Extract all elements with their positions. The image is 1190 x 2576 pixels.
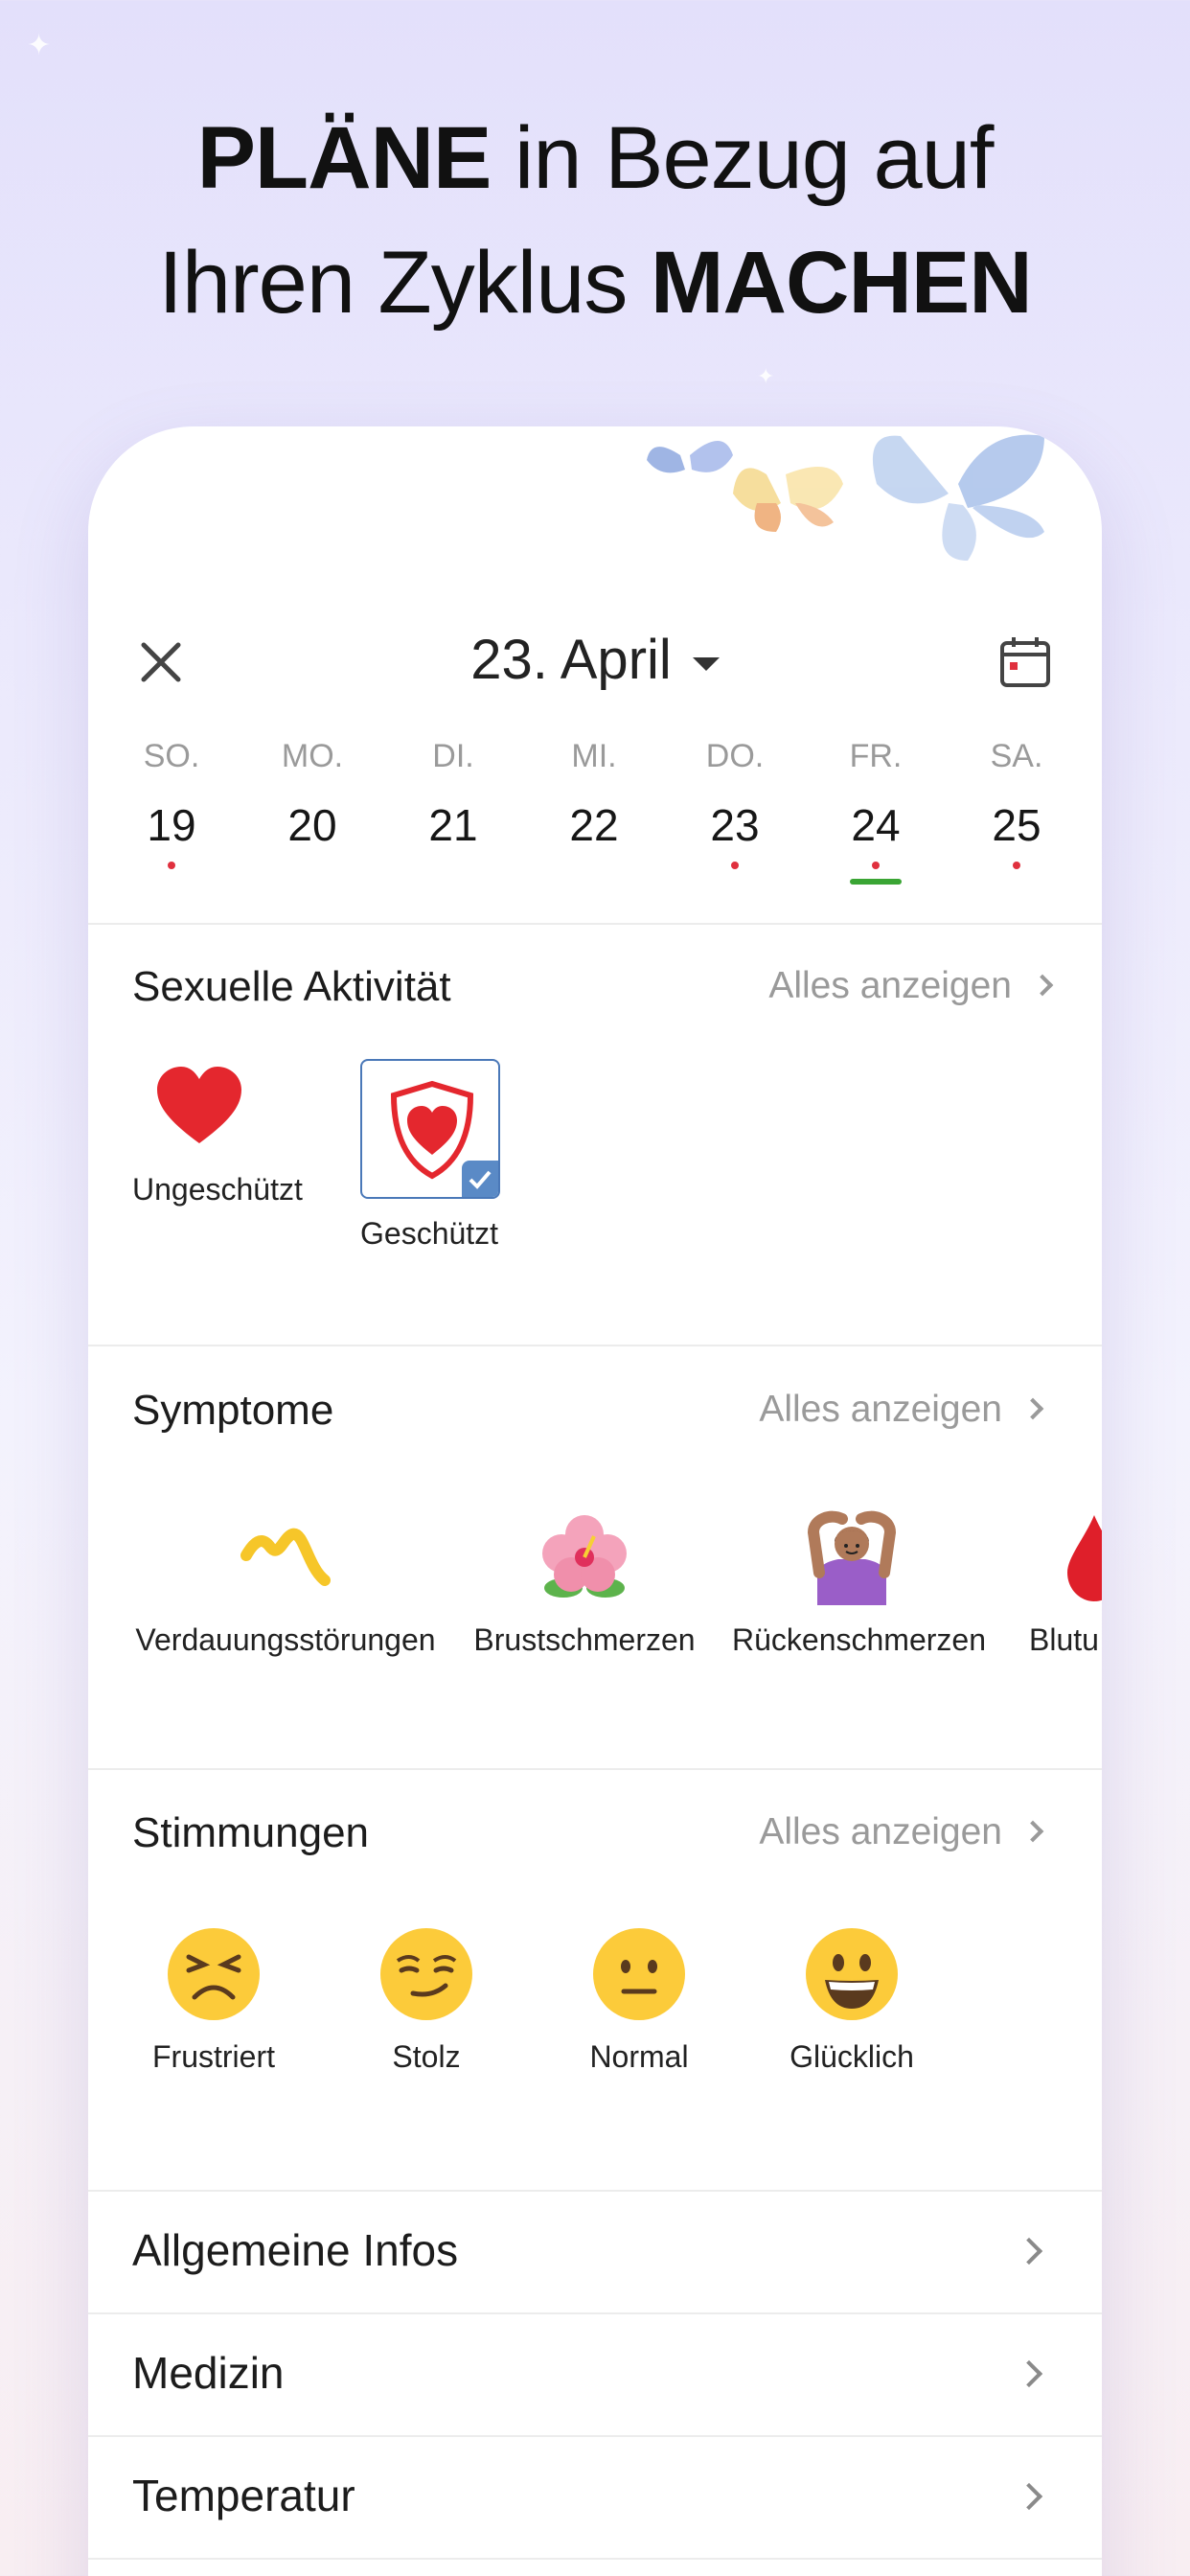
blood-drop-icon — [1067, 1515, 1102, 1601]
symptom-bleeding[interactable]: Blutu — [1029, 1509, 1102, 1658]
day-cell[interactable]: MI. 22 — [532, 738, 656, 891]
sparkle-icon: ✦ — [757, 364, 775, 388]
day-number: 21 — [428, 800, 478, 850]
day-name: MO. — [281, 738, 344, 774]
happy-face-icon — [806, 1928, 898, 2020]
divider — [88, 923, 1102, 925]
day-name: SA. — [990, 738, 1043, 774]
day-cell[interactable]: MO. 20 — [250, 738, 375, 891]
section-title-sexual-activity: Sexuelle Aktivität — [132, 963, 451, 1010]
smirk-face-icon — [380, 1928, 472, 2020]
row-label: Medizin — [132, 2348, 285, 2398]
section-title-moods: Stimmungen — [132, 1809, 370, 1856]
mood-label: Normal — [589, 2039, 689, 2074]
see-all-label: Alles anzeigen — [759, 1389, 1002, 1430]
option-unprotected[interactable]: Ungeschützt — [132, 1059, 303, 1208]
day-cell[interactable]: DI. 21 — [391, 738, 515, 891]
chevron-right-icon — [1015, 2237, 1043, 2266]
headline-text-1: in Bezug auf — [491, 109, 995, 207]
chevron-right-icon — [1021, 1820, 1044, 1843]
divider — [88, 1345, 1102, 1346]
mood-happy[interactable]: Glücklich — [770, 1926, 933, 2075]
option-label: Geschützt — [360, 1216, 499, 1251]
mood-label: Stolz — [392, 2039, 461, 2074]
headline: PLÄNE in Bezug auf Ihren Zyklus MACHEN — [0, 96, 1190, 345]
row-label: Allgemeine Infos — [132, 2225, 459, 2275]
headline-bold-1: PLÄNE — [196, 109, 492, 207]
neutral-face-icon — [593, 1928, 685, 2020]
symptom-label: Brustschmerzen — [473, 1622, 696, 1657]
day-number: 22 — [569, 800, 619, 850]
option-protected[interactable]: Geschützt — [360, 1059, 500, 1252]
squiggle-icon — [240, 1528, 331, 1586]
symptom-back-pain[interactable]: Rückenschmerzen — [732, 1509, 986, 1658]
row-label: Temperatur — [132, 2471, 355, 2520]
caret-down-icon — [692, 656, 720, 671]
heart-icon — [157, 1067, 241, 1143]
row-general-info[interactable]: Allgemeine Infos — [88, 2192, 1102, 2312]
butterflies-illustration — [647, 434, 1044, 561]
chevron-right-icon — [1031, 974, 1054, 997]
mood-proud[interactable]: Stolz — [345, 1926, 508, 2075]
week-strip: SO. 19 MO. 20 DI. 21 MI. 22 DO. 23 FR. 2… — [88, 738, 1102, 894]
see-all-label: Alles anzeigen — [759, 1811, 1002, 1852]
day-name: MI. — [571, 738, 617, 774]
calendar-icon[interactable] — [996, 633, 1054, 691]
day-cell[interactable]: SO. 19 — [109, 738, 234, 891]
symptom-label: Rückenschmerzen — [732, 1622, 986, 1657]
date-header: 23. April — [88, 618, 1102, 704]
symptom-label: Verdauungsstörungen — [135, 1622, 436, 1657]
see-all-symptoms[interactable]: Alles anzeigen — [759, 1389, 1044, 1431]
day-name: DI. — [432, 738, 474, 774]
row-temperature[interactable]: Temperatur — [88, 2437, 1102, 2558]
today-underline — [850, 879, 902, 885]
day-name: SO. — [143, 738, 200, 774]
see-all-sexual-activity[interactable]: Alles anzeigen — [768, 965, 1054, 1007]
mood-normal[interactable]: Normal — [558, 1926, 721, 2075]
day-cell[interactable]: SA. 25 — [954, 738, 1079, 891]
current-date: 23. April — [470, 629, 672, 691]
symptom-breast-pain[interactable]: Brustschmerzen — [469, 1509, 699, 1658]
see-all-moods[interactable]: Alles anzeigen — [759, 1811, 1044, 1853]
divider — [88, 1768, 1102, 1770]
period-dot — [1013, 862, 1020, 869]
sparkle-icon: ✦ — [27, 30, 52, 61]
symptom-indigestion[interactable]: Verdauungsstörungen — [132, 1509, 439, 1658]
chevron-right-icon — [1015, 2359, 1043, 2388]
see-all-label: Alles anzeigen — [768, 965, 1012, 1006]
day-number: 19 — [147, 800, 196, 850]
option-label: Ungeschützt — [132, 1172, 303, 1207]
date-picker-title[interactable]: 23. April — [88, 628, 1102, 692]
hibiscus-icon — [542, 1515, 627, 1598]
headline-bold-2: MACHEN — [650, 234, 1033, 332]
mood-label: Glücklich — [790, 2039, 914, 2074]
day-name: DO. — [705, 738, 765, 774]
chevron-right-icon — [1021, 1397, 1044, 1420]
selected-frame — [360, 1059, 500, 1199]
day-name: FR. — [849, 738, 903, 774]
headline-text-2: Ihren Zyklus — [158, 234, 651, 332]
section-title-symptoms: Symptome — [132, 1387, 334, 1434]
woman-gesture-icon — [807, 1510, 897, 1605]
period-dot — [168, 862, 175, 869]
chevron-right-icon — [1015, 2482, 1043, 2511]
frustrated-face-icon — [168, 1928, 260, 2020]
day-cell[interactable]: FR. 24 — [813, 738, 938, 891]
day-number: 20 — [287, 800, 337, 850]
day-number: 24 — [851, 800, 901, 850]
mood-frustrated[interactable]: Frustriert — [132, 1926, 295, 2075]
symptom-label: Blutu — [1029, 1622, 1099, 1657]
day-cell-selected[interactable]: DO. 23 — [673, 738, 797, 894]
app-card: 23. April SO. 19 MO. 20 DI. 21 MI. 22 DO… — [88, 426, 1102, 2576]
period-dot — [872, 862, 880, 869]
period-dot — [731, 862, 739, 869]
day-number: 23 — [710, 800, 760, 850]
checkmark-icon — [462, 1161, 498, 1197]
mood-label: Frustriert — [152, 2039, 275, 2074]
day-number: 25 — [992, 800, 1041, 850]
row-medicine[interactable]: Medizin — [88, 2314, 1102, 2435]
divider — [88, 2558, 1102, 2560]
